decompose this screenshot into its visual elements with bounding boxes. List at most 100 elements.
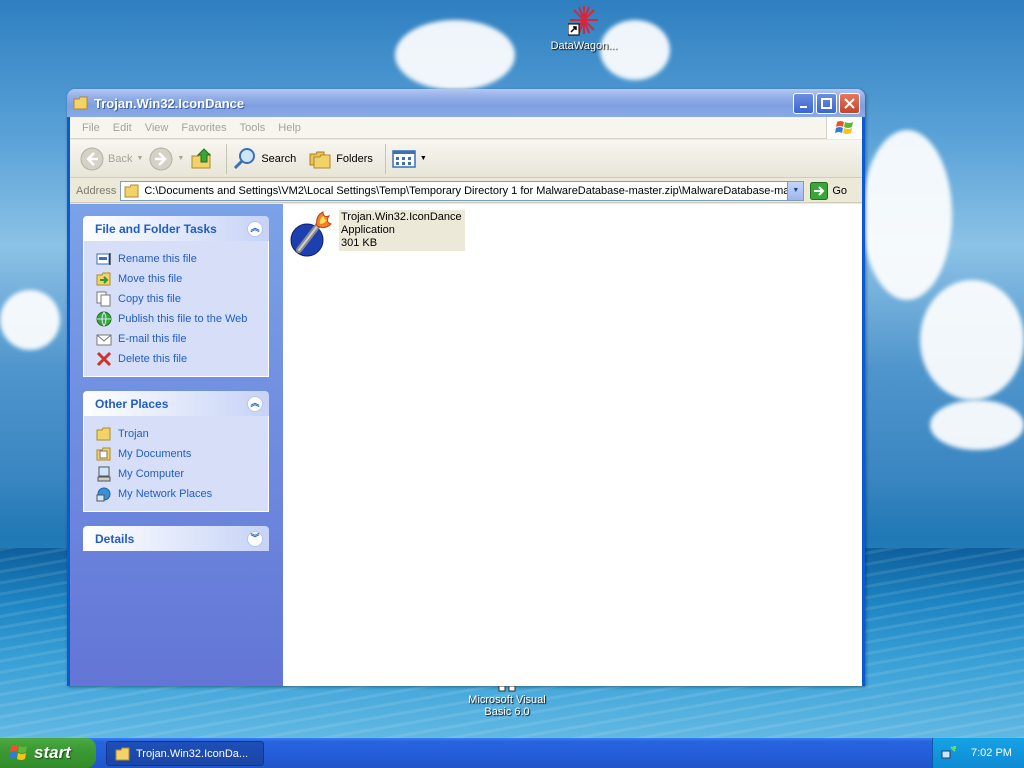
dropdown-caret-icon: ▼ xyxy=(419,155,427,162)
views-button[interactable]: ▼ xyxy=(392,149,427,169)
windows-logo xyxy=(826,117,862,139)
task-delete[interactable]: Delete this file xyxy=(96,349,268,369)
task-label: Move this file xyxy=(118,273,183,285)
place-label: My Network Places xyxy=(118,488,213,500)
desktop-icon-vb6[interactable]: Microsoft Visual Basic 6.0 xyxy=(462,686,552,718)
folders-button[interactable]: Folders xyxy=(308,147,373,171)
up-folder-button[interactable] xyxy=(190,147,214,171)
desktop-icon-datawagon[interactable]: DataWagon... xyxy=(544,4,624,52)
search-label: Search xyxy=(261,152,297,165)
place-my-documents[interactable]: My Documents xyxy=(96,444,268,464)
address-input[interactable]: C:\Documents and Settings\VM2\Local Sett… xyxy=(120,180,805,201)
task-copy[interactable]: Copy this file xyxy=(96,289,268,309)
background-cloud xyxy=(862,130,952,300)
maximize-button[interactable] xyxy=(816,93,837,114)
task-publish[interactable]: Publish this file to the Web xyxy=(96,309,268,329)
address-value: C:\Documents and Settings\VM2\Local Sett… xyxy=(144,184,798,197)
go-button[interactable]: Go xyxy=(810,181,848,200)
task-email[interactable]: E-mail this file xyxy=(96,329,268,349)
file-list-area[interactable]: Trojan.Win32.IconDance Application 301 K… xyxy=(283,204,862,686)
address-dropdown-button[interactable]: ▼ xyxy=(787,181,804,200)
task-label: Rename this file xyxy=(118,253,197,265)
task-move[interactable]: Move this file xyxy=(96,269,268,289)
other-places-panel: Other Places ︽ Trojan My Documents My Co… xyxy=(83,391,269,512)
search-button[interactable]: Search xyxy=(233,147,296,171)
details-panel: Details ︾ xyxy=(83,526,269,551)
window-title: Trojan.Win32.IconDance xyxy=(94,95,245,111)
menu-edit[interactable]: Edit xyxy=(113,122,132,134)
windows-flag-icon xyxy=(9,745,27,760)
search-icon xyxy=(234,147,256,169)
menu-favorites[interactable]: Favorites xyxy=(181,122,226,134)
network-icon xyxy=(96,487,111,502)
panel-header[interactable]: Other Places ︽ xyxy=(83,391,269,416)
place-my-computer[interactable]: My Computer xyxy=(96,464,268,484)
file-size: 301 KB xyxy=(341,237,378,249)
taskbar-window-button[interactable]: Trojan.Win32.IconDa... xyxy=(106,741,264,766)
file-folder-tasks-panel: File and Folder Tasks ︽ Rename this file… xyxy=(83,216,269,377)
move-icon xyxy=(96,272,111,286)
background-cloud xyxy=(395,20,515,90)
file-item[interactable]: Trojan.Win32.IconDance Application 301 K… xyxy=(289,210,465,258)
task-pane: File and Folder Tasks ︽ Rename this file… xyxy=(70,204,283,686)
task-label: Delete this file xyxy=(118,353,188,365)
desktop-icon-label: DataWagon... xyxy=(550,40,618,52)
toolbar-separator xyxy=(226,143,228,174)
collapse-chevron-icon[interactable]: ︽ xyxy=(247,220,263,237)
go-label: Go xyxy=(832,184,848,197)
menu-tools[interactable]: Tools xyxy=(240,122,266,134)
place-label: My Computer xyxy=(118,468,185,480)
forward-button[interactable]: ▼ xyxy=(149,147,184,171)
place-trojan[interactable]: Trojan xyxy=(96,424,268,444)
system-tray: 7:02 PM xyxy=(932,738,1024,768)
my-computer-icon xyxy=(97,466,111,482)
panel-title: Other Places xyxy=(95,396,169,411)
clock[interactable]: 7:02 PM xyxy=(971,747,1012,759)
start-button[interactable]: start xyxy=(0,738,96,768)
folder-icon xyxy=(96,427,111,441)
start-label: start xyxy=(34,743,71,762)
expand-chevron-icon[interactable]: ︾ xyxy=(247,530,263,547)
views-icon xyxy=(392,149,416,168)
my-documents-icon xyxy=(96,447,111,461)
delete-x-icon xyxy=(96,351,112,367)
network-tray-icon[interactable] xyxy=(941,745,957,761)
back-button[interactable]: Back ▼ xyxy=(80,147,143,171)
windows-flag-icon xyxy=(834,121,853,134)
panel-header[interactable]: File and Folder Tasks ︽ xyxy=(83,216,269,241)
background-cloud xyxy=(0,290,60,350)
place-network[interactable]: My Network Places xyxy=(96,484,268,504)
close-button[interactable] xyxy=(839,93,860,114)
explorer-window[interactable]: Trojan.Win32.IconDance File Edit View Fa… xyxy=(67,89,865,686)
window-content: File and Folder Tasks ︽ Rename this file… xyxy=(70,204,862,686)
minimize-button[interactable] xyxy=(793,93,814,114)
vb6-shortcut-icon xyxy=(498,686,516,692)
window-titlebar[interactable]: Trojan.Win32.IconDance xyxy=(67,89,865,117)
place-label: My Documents xyxy=(118,448,192,460)
taskbar-window-label: Trojan.Win32.IconDa... xyxy=(136,747,249,760)
up-folder-icon xyxy=(191,147,212,168)
dropdown-caret-icon: ▼ xyxy=(177,155,185,162)
task-label: Copy this file xyxy=(118,293,181,305)
standard-toolbar: Back ▼ ▼ Search Folders ▼ xyxy=(70,140,862,178)
collapse-chevron-icon[interactable]: ︽ xyxy=(247,395,263,412)
panel-header[interactable]: Details ︾ xyxy=(83,526,269,551)
minimize-icon xyxy=(799,105,807,108)
taskbar: start Trojan.Win32.IconDa... 7:02 PM xyxy=(0,738,1024,768)
task-label: E-mail this file xyxy=(118,333,187,345)
chevron-down-icon: ▼ xyxy=(792,187,800,194)
folder-icon xyxy=(115,747,130,760)
address-bar: Address C:\Documents and Settings\VM2\Lo… xyxy=(70,179,862,203)
menu-help[interactable]: Help xyxy=(278,122,301,134)
forward-arrow-icon xyxy=(149,147,173,170)
file-name: Trojan.Win32.IconDance xyxy=(341,211,462,223)
go-arrow-icon xyxy=(810,181,829,200)
menu-view[interactable]: View xyxy=(145,122,169,134)
menu-file[interactable]: File xyxy=(82,122,100,134)
task-label: Publish this file to the Web xyxy=(118,313,248,325)
desktop-icon-label: Microsoft Visual Basic 6.0 xyxy=(468,694,546,718)
panel-title: File and Folder Tasks xyxy=(95,221,217,236)
task-rename[interactable]: Rename this file xyxy=(96,249,268,269)
globe-icon xyxy=(96,311,112,327)
red-sparkle-shortcut-icon xyxy=(568,6,598,36)
